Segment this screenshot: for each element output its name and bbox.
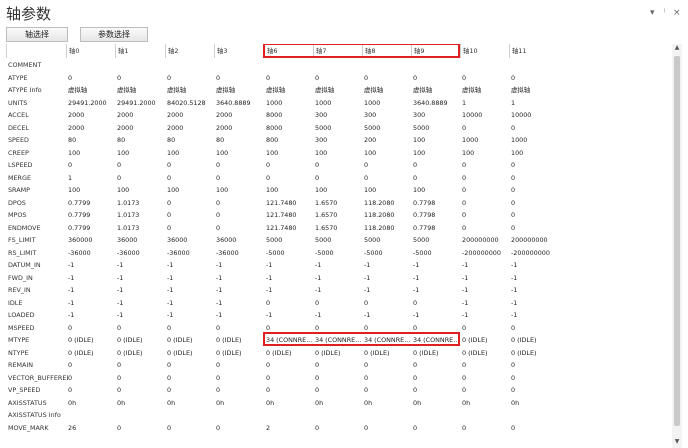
column-header[interactable]: 轴2: [165, 44, 214, 58]
column-header[interactable]: 轴11: [509, 44, 569, 58]
vertical-scrollbar[interactable]: ▲ ▼: [672, 44, 682, 448]
window-title: 轴参数: [6, 5, 52, 23]
column-header[interactable]: 轴9: [411, 44, 460, 58]
scroll-up-icon[interactable]: ▲: [673, 44, 681, 52]
table-cell[interactable]: 0: [462, 421, 509, 435]
table-cell[interactable]: 0: [167, 421, 214, 435]
table-cell[interactable]: 0: [364, 421, 411, 435]
table-cell[interactable]: 0: [511, 421, 569, 435]
toolbar: 轴选择 参数选择: [0, 26, 688, 44]
table-cell[interactable]: 0: [315, 421, 362, 435]
param-select-button[interactable]: 参数选择: [80, 27, 148, 42]
table-row[interactable]: MOVE_MARK 26 0 0 0 2 0 0 0 0 0: [6, 421, 670, 435]
column-header[interactable]: [6, 44, 66, 58]
scrollbar-thumb[interactable]: [674, 56, 680, 426]
column-header[interactable]: 轴6: [264, 44, 313, 58]
dropdown-arrow-icon[interactable]: ▾: [650, 8, 655, 18]
table-cell[interactable]: 0: [413, 421, 460, 435]
scroll-down-icon[interactable]: ▼: [673, 438, 681, 446]
close-icon[interactable]: ×: [673, 8, 681, 18]
axis-select-button[interactable]: 轴选择: [6, 27, 68, 42]
column-header[interactable]: 轴3: [214, 44, 264, 58]
pin-icon[interactable]: ᛌ: [662, 8, 667, 18]
row-label: MOVE_MARK: [8, 423, 49, 432]
axis-parameter-table[interactable]: 轴0 轴1 轴2 轴3 轴6 轴7 轴8 轴9 轴10 轴11 COMMENT ATYPE 0 0 0 0 0 0…: [6, 44, 670, 448]
table-header-row: 轴0 轴1 轴2 轴3 轴6 轴7 轴8 轴9 轴10 轴11: [6, 44, 670, 58]
column-header[interactable]: 轴10: [460, 44, 509, 58]
table-cell[interactable]: 2: [266, 421, 313, 435]
table-cell[interactable]: 26: [68, 421, 115, 435]
column-header[interactable]: 轴8: [362, 44, 411, 58]
column-header[interactable]: 轴0: [66, 44, 115, 58]
title-bar: 轴参数 ▾ ᛌ ×: [0, 0, 688, 26]
table-cell[interactable]: 0: [216, 421, 264, 435]
column-header[interactable]: 轴1: [115, 44, 165, 58]
column-header[interactable]: 轴7: [313, 44, 362, 58]
table-cell[interactable]: 0: [117, 421, 165, 435]
